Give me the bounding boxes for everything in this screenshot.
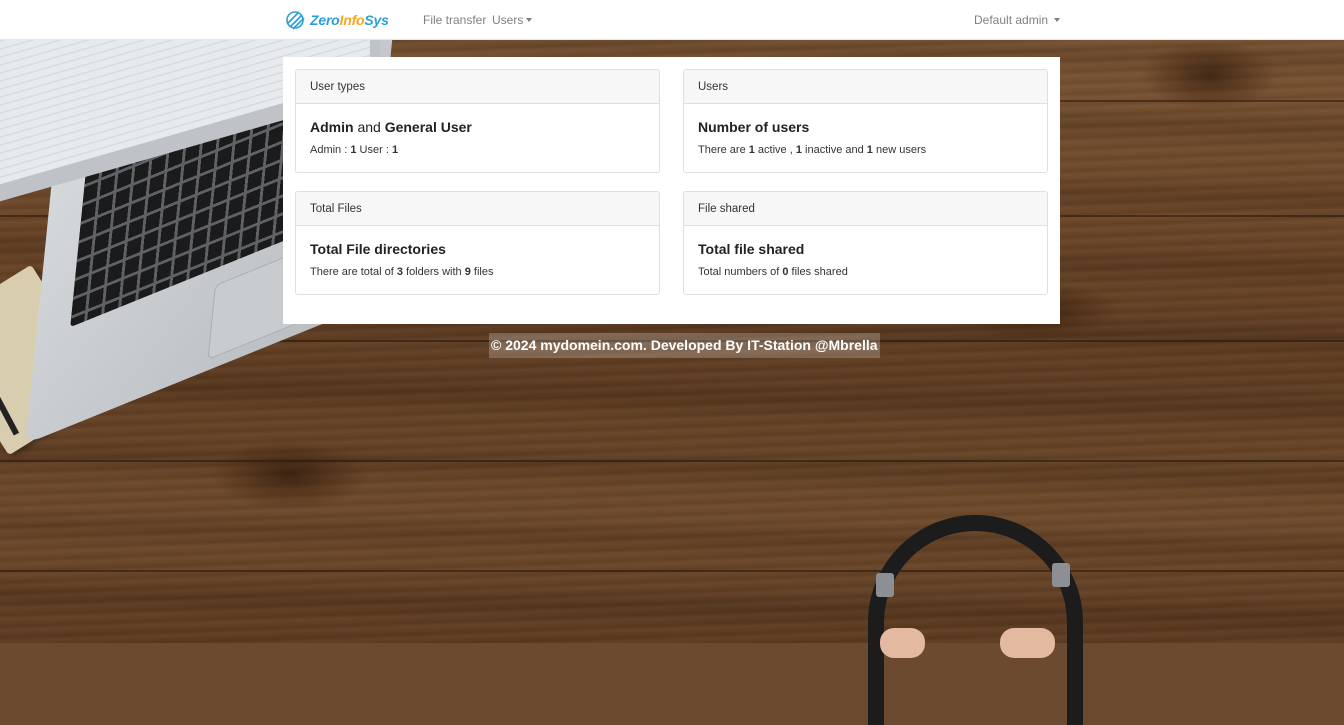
headphones-image	[868, 515, 1083, 725]
card-header: File shared	[684, 192, 1047, 226]
brand-logo[interactable]: ZeroInfoSys	[284, 9, 389, 31]
hand-image	[880, 628, 925, 658]
user-menu-label: Default admin	[974, 13, 1049, 27]
card-header: User types	[296, 70, 659, 104]
card-text: Admin : 1 User : 1	[310, 144, 399, 156]
card-users: Users Number of users There are 1 active…	[683, 69, 1048, 173]
headphones-ring	[1052, 563, 1070, 587]
card-total-files: Total Files Total File directories There…	[295, 191, 660, 295]
card-text: There are 1 active , 1 inactive and 1 ne…	[698, 144, 927, 156]
wood-plank-line	[0, 460, 1344, 462]
card-header: Users	[684, 70, 1047, 104]
brand-name: ZeroInfoSys	[310, 12, 389, 28]
nav-file-transfer-link[interactable]: File transfer	[423, 13, 486, 27]
wood-knot	[1140, 40, 1280, 110]
top-navbar: ZeroInfoSys File transfer Users Default …	[0, 0, 1344, 40]
card-title: Total file shared	[698, 241, 805, 257]
card-title: Number of users	[698, 119, 810, 135]
wood-plank-line	[0, 570, 1344, 572]
caret-down-icon	[526, 18, 533, 22]
wood-knot	[210, 440, 370, 510]
card-user-types: User types Admin and General User Admin …	[295, 69, 660, 173]
card-text: Total numbers of 0 files shared	[698, 266, 848, 278]
dashboard-container: User types Admin and General User Admin …	[283, 57, 1060, 324]
caret-down-icon	[1054, 18, 1061, 22]
headphones-ring	[876, 573, 894, 597]
card-title: Admin and General User	[310, 119, 472, 135]
nav-users-label: Users	[492, 13, 524, 27]
nav-users-dropdown[interactable]: Users	[492, 13, 533, 27]
footer-copyright: © 2024 mydomein.com. Developed By IT-Sta…	[489, 333, 880, 358]
card-title: Total File directories	[310, 241, 446, 257]
card-header: Total Files	[296, 192, 659, 226]
brand-logo-icon	[286, 11, 305, 30]
card-file-shared: File shared Total file shared Total numb…	[683, 191, 1048, 295]
hand-image	[1000, 628, 1055, 658]
user-menu-dropdown[interactable]: Default admin	[974, 13, 1061, 27]
card-text: There are total of 3 folders with 9 file…	[310, 266, 494, 278]
